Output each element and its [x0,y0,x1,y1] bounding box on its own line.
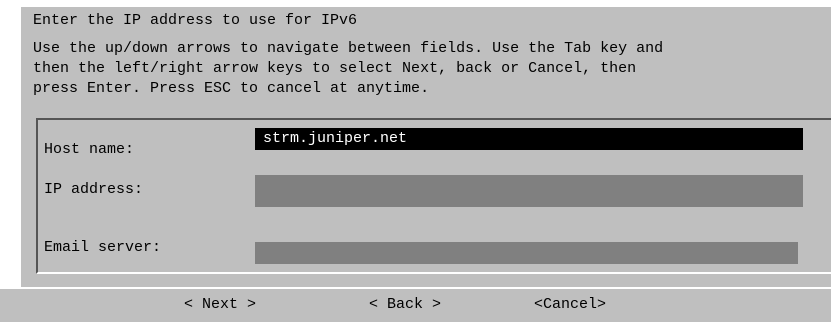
dialog-title: Enter the IP address to use for IPv6 [33,12,358,29]
ip-address-label: IP address: [44,181,144,198]
instruction-line: Use the up/down arrows to navigate betwe… [33,40,664,57]
installer-screen: Enter the IP address to use for IPv6 Use… [0,0,831,322]
email-server-field[interactable] [255,242,798,264]
back-button[interactable]: < Back > [369,295,441,315]
instruction-line: then the left/right arrow keys to select… [33,60,637,77]
host-name-field[interactable]: strm.juniper.net [255,128,803,150]
host-name-label: Host name: [44,141,135,158]
dialog-instructions: Use the up/down arrows to navigate betwe… [33,39,663,99]
email-server-label: Email server: [44,239,162,256]
cancel-button[interactable]: <Cancel> [534,295,606,315]
button-bar: < Next > < Back > <Cancel> [0,289,831,322]
instruction-line: press Enter. Press ESC to cancel at anyt… [33,80,430,97]
ip-address-field[interactable] [255,175,803,207]
form-panel: Host name: strm.juniper.net IP address: … [36,118,831,274]
ipv6-dialog: Enter the IP address to use for IPv6 Use… [21,7,831,287]
next-button[interactable]: < Next > [184,295,256,315]
